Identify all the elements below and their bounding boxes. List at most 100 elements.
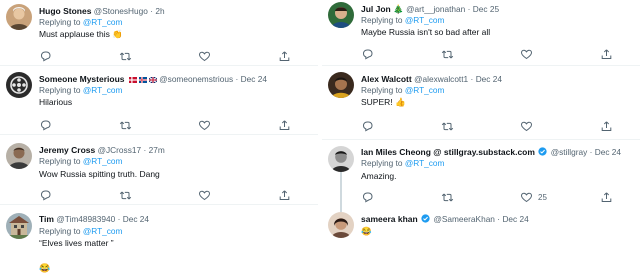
reply-icon <box>363 121 373 131</box>
tweet-card[interactable]: Ian Miles Cheong @ stillgray.substack.co… <box>322 140 640 206</box>
avatar[interactable] <box>328 72 354 98</box>
tweet-card[interactable]: Alex Walcott @alexwalcott1 · Dec 24 Repl… <box>322 66 640 140</box>
retweet-button[interactable] <box>119 119 132 131</box>
avatar[interactable] <box>6 72 32 98</box>
tweet-card[interactable]: Hugo Stones @StonesHugo · 2h Replying to… <box>0 0 318 66</box>
like-button[interactable] <box>520 120 533 132</box>
user-handle[interactable]: @JCross17 <box>98 145 141 155</box>
tweet-header: Ian Miles Cheong @ stillgray.substack.co… <box>361 147 636 158</box>
replying-to: Replying to @RT_com <box>39 85 122 96</box>
like-button[interactable] <box>198 50 211 62</box>
reply-button[interactable] <box>361 191 374 203</box>
timestamp[interactable]: 27m <box>149 145 165 155</box>
user-handle[interactable]: @StonesHugo <box>94 6 148 16</box>
replying-to-label: Replying to <box>361 15 403 25</box>
share-button[interactable] <box>278 189 291 201</box>
display-name[interactable]: Tim <box>39 214 54 224</box>
avatar[interactable] <box>6 4 32 30</box>
timestamp[interactable]: Dec 24 <box>123 214 149 224</box>
avatar[interactable] <box>6 143 32 169</box>
tweet-actions: 25 <box>361 191 621 203</box>
replying-to-label: Replying to <box>361 158 403 168</box>
tweet-actions <box>39 119 299 131</box>
user-handle[interactable]: @alexwalcott1 <box>414 74 468 84</box>
tweet-text: Amazing. <box>361 171 396 182</box>
tweet-text-content: Maybe Russia isn't so bad after all <box>361 27 491 37</box>
display-name[interactable]: Alex Walcott <box>361 74 412 84</box>
like-button[interactable]: 25 <box>520 191 547 203</box>
like-icon <box>199 120 210 130</box>
like-button[interactable] <box>198 119 211 131</box>
tweet-card[interactable]: Jeremy Cross @JCross17 · 27m Replying to… <box>0 135 318 205</box>
replying-to-label: Replying to <box>39 226 81 236</box>
reply-button[interactable] <box>361 120 374 132</box>
timestamp[interactable]: Dec 24 <box>241 74 267 84</box>
replying-to-label: Replying to <box>39 17 81 27</box>
timestamp[interactable]: 2h <box>155 6 164 16</box>
share-button[interactable] <box>600 191 613 203</box>
replying-to-handle[interactable]: @RT_com <box>405 15 445 25</box>
user-handle[interactable]: @art__jonathan <box>406 4 465 14</box>
user-handle[interactable]: @SameeraKhan <box>433 214 494 224</box>
user-handle[interactable]: @Tim48983940 <box>56 214 115 224</box>
reply-icon <box>41 120 51 130</box>
tweet-card[interactable]: Jul Jon 🎄 @art__jonathan · Dec 25 Replyi… <box>322 0 640 66</box>
replying-to-handle[interactable]: @RT_com <box>83 85 123 95</box>
reply-button[interactable] <box>361 48 374 60</box>
replying-to-handle[interactable]: @RT_com <box>405 158 445 168</box>
reply-button[interactable] <box>39 119 52 131</box>
tweet-header: sameera khan @SameeraKhan · Dec 24 <box>361 214 636 225</box>
display-name[interactable]: Jeremy Cross <box>39 145 95 155</box>
retweet-button[interactable] <box>119 50 132 62</box>
like-button[interactable] <box>198 189 211 201</box>
separator-dot: · <box>467 4 471 14</box>
christmas-tree-emoji: 🎄 <box>393 4 404 14</box>
display-name[interactable]: Jul Jon <box>361 4 391 14</box>
retweet-button[interactable] <box>441 120 454 132</box>
reply-button[interactable] <box>39 189 52 201</box>
like-icon <box>199 190 210 200</box>
share-button[interactable] <box>278 119 291 131</box>
user-handle[interactable]: @someonemstrious <box>159 74 233 84</box>
tweet-card[interactable]: sameera khan @SameeraKhan · Dec 24 😂 <box>322 206 640 278</box>
display-name[interactable]: Ian Miles Cheong @ stillgray.substack.co… <box>361 147 535 157</box>
timestamp[interactable]: Dec 24 <box>502 214 528 224</box>
timestamp[interactable]: Dec 24 <box>595 147 621 157</box>
retweet-button[interactable] <box>119 189 132 201</box>
share-button[interactable] <box>278 50 291 62</box>
retweet-icon <box>119 191 132 199</box>
share-button[interactable] <box>600 120 613 132</box>
display-name[interactable]: sameera khan <box>361 214 418 224</box>
replying-to-handle[interactable]: @RT_com <box>83 17 123 27</box>
replying-to-handle[interactable]: @RT_com <box>83 226 123 236</box>
avatar[interactable] <box>6 213 32 239</box>
share-icon <box>601 191 612 202</box>
replying-to-handle[interactable]: @RT_com <box>405 85 445 95</box>
like-button[interactable] <box>520 48 533 60</box>
denmark-flag-icon <box>128 76 137 83</box>
thread-connector <box>340 172 342 206</box>
avatar[interactable] <box>328 212 354 238</box>
like-count: 25 <box>538 192 547 202</box>
replying-to-handle[interactable]: @RT_com <box>83 156 123 166</box>
user-handle[interactable]: @stillgray <box>551 147 588 157</box>
avatar[interactable] <box>328 146 354 172</box>
avatar[interactable] <box>328 2 354 28</box>
tweet-text-content: “Elves lives matter ” <box>39 238 114 248</box>
thumbs-up-emoji: 👍 <box>395 97 406 107</box>
retweet-button[interactable] <box>441 191 454 203</box>
right-reply-column: Jul Jon 🎄 @art__jonathan · Dec 25 Replyi… <box>322 0 640 278</box>
replying-to: Replying to @RT_com <box>39 17 122 28</box>
reply-button[interactable] <box>39 50 52 62</box>
tweet-card[interactable]: Someone Mysterious @someonemstrious · De… <box>0 66 318 135</box>
tweet-card[interactable]: Tim @Tim48983940 · Dec 24 Replying to @R… <box>0 205 318 278</box>
retweet-icon <box>441 122 454 130</box>
display-name[interactable]: Hugo Stones <box>39 6 91 16</box>
timestamp[interactable]: Dec 25 <box>473 4 499 14</box>
timestamp[interactable]: Dec 24 <box>476 74 502 84</box>
separator-dot: · <box>235 74 239 84</box>
display-name[interactable]: Someone Mysterious <box>39 74 125 84</box>
tweet-header: Jul Jon 🎄 @art__jonathan · Dec 25 <box>361 4 636 15</box>
retweet-button[interactable] <box>441 48 454 60</box>
share-button[interactable] <box>600 48 613 60</box>
